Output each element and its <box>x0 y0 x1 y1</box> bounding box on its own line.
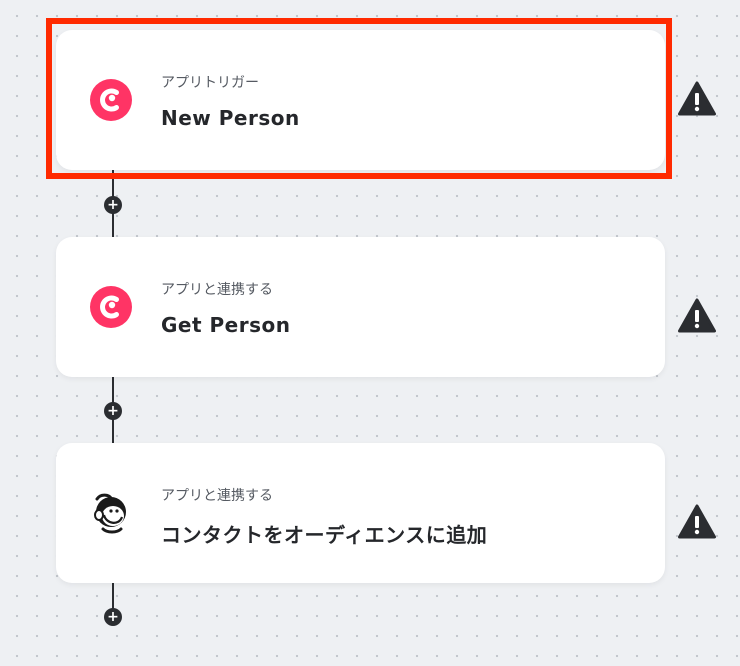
mailchimp-icon <box>94 493 126 534</box>
step-type-label: アプリトリガー <box>161 75 259 91</box>
warning-icon[interactable] <box>678 81 716 117</box>
step-type-label: アプリと連携する <box>161 282 273 298</box>
add-step-button[interactable]: + <box>104 608 122 626</box>
add-step-button[interactable]: + <box>104 402 122 420</box>
step-title: Get Person <box>161 313 291 337</box>
flow-step-card-get-person[interactable]: アプリと連携する Get Person <box>56 237 665 377</box>
copper-crm-icon <box>90 79 132 121</box>
warning-icon[interactable] <box>678 504 716 540</box>
warning-icon[interactable] <box>678 298 716 334</box>
flow-step-card-add-contact-to-audience[interactable]: アプリと連携する コンタクトをオーディエンスに追加 <box>56 443 665 583</box>
step-title: New Person <box>161 106 300 130</box>
add-step-button[interactable]: + <box>104 196 122 214</box>
step-title: コンタクトをオーディエンスに追加 <box>161 523 488 547</box>
step-type-label: アプリと連携する <box>161 488 273 504</box>
flow-step-card-new-person[interactable]: アプリトリガー New Person <box>56 30 665 170</box>
copper-crm-icon <box>90 286 132 328</box>
